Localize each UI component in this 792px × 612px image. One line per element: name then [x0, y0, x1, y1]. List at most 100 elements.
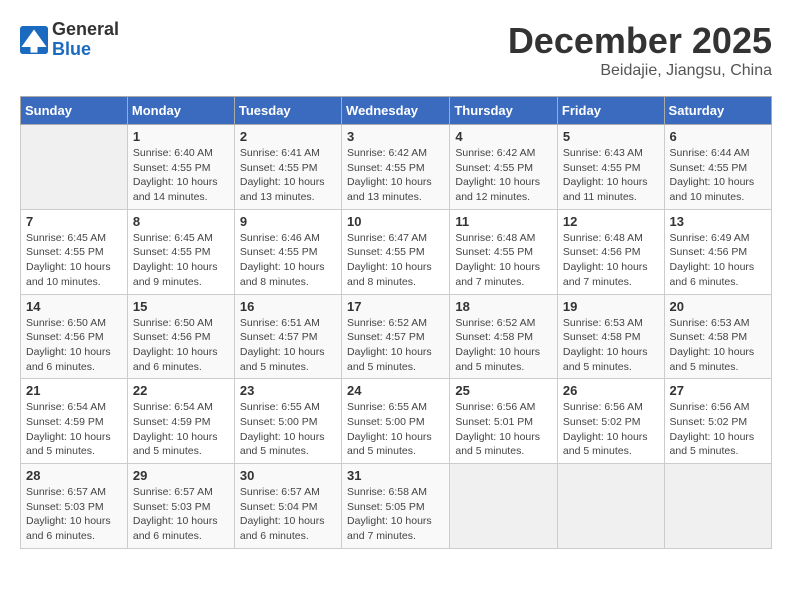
calendar-day-cell: 7Sunrise: 6:45 AM Sunset: 4:55 PM Daylig…: [21, 209, 128, 294]
calendar-day-cell: 22 Sunrise: 6:54 AM Sunset: 4:59 PM Dayli…: [127, 379, 234, 464]
day-number: 4: [455, 129, 552, 144]
calendar-day-cell: 27Sunrise: 6:56 AM Sunset: 5:02 PM Dayli…: [664, 379, 771, 464]
day-detail: Sunrise: 6:58 AM Sunset: 5:05 PM Dayligh…: [347, 485, 444, 544]
day-of-week-header: Saturday: [664, 97, 771, 125]
calendar-day-cell: 18 Sunrise: 6:52 AM Sunset: 4:58 PM Dayli…: [450, 294, 558, 379]
calendar-header: SundayMondayTuesdayWednesdayThursdayFrid…: [21, 97, 772, 125]
calendar-day-cell: 14 Sunrise: 6:50 AM Sunset: 4:56 PM Dayli…: [21, 294, 128, 379]
calendar-day-cell: 26Sunrise: 6:56 AM Sunset: 5:02 PM Dayli…: [557, 379, 664, 464]
month-title: December 2025: [508, 20, 772, 62]
calendar-day-cell: 4Sunrise: 6:42 AM Sunset: 4:55 PM Daylig…: [450, 125, 558, 210]
day-detail: Sunrise: 6:45 AM Sunset: 4:55 PM Dayligh…: [26, 231, 122, 290]
logo: General Blue: [20, 20, 119, 60]
day-of-week-header: Friday: [557, 97, 664, 125]
day-detail: Sunrise: 6:56 AM Sunset: 5:02 PM Dayligh…: [563, 400, 659, 459]
calendar-day-cell: 23 Sunrise: 6:55 AM Sunset: 5:00 PM Dayli…: [234, 379, 341, 464]
calendar-day-cell: 21 Sunrise: 6:54 AM Sunset: 4:59 PM Dayli…: [21, 379, 128, 464]
calendar-day-cell: 19Sunrise: 6:53 AM Sunset: 4:58 PM Dayli…: [557, 294, 664, 379]
days-of-week-row: SundayMondayTuesdayWednesdayThursdayFrid…: [21, 97, 772, 125]
calendar-week-row: 14 Sunrise: 6:50 AM Sunset: 4:56 PM Dayli…: [21, 294, 772, 379]
day-detail: Sunrise: 6:52 AM Sunset: 4:57 PM Dayligh…: [347, 316, 444, 375]
day-detail: Sunrise: 6:41 AM Sunset: 4:55 PM Dayligh…: [240, 146, 336, 205]
calendar-day-cell: 25 Sunrise: 6:56 AM Sunset: 5:01 PM Dayli…: [450, 379, 558, 464]
calendar-day-cell: [21, 125, 128, 210]
day-number: 23: [240, 383, 336, 398]
day-number: 14: [26, 299, 122, 314]
day-detail: Sunrise: 6:57 AM Sunset: 5:04 PM Dayligh…: [240, 485, 336, 544]
logo-text: General Blue: [52, 20, 119, 60]
day-detail: Sunrise: 6:45 AM Sunset: 4:55 PM Dayligh…: [133, 231, 229, 290]
day-number: 22: [133, 383, 229, 398]
logo-blue: Blue: [52, 40, 119, 60]
day-detail: Sunrise: 6:50 AM Sunset: 4:56 PM Dayligh…: [133, 316, 229, 375]
day-detail: Sunrise: 6:56 AM Sunset: 5:02 PM Dayligh…: [670, 400, 766, 459]
day-number: 20: [670, 299, 766, 314]
day-detail: Sunrise: 6:54 AM Sunset: 4:59 PM Dayligh…: [26, 400, 122, 459]
day-detail: Sunrise: 6:48 AM Sunset: 4:55 PM Dayligh…: [455, 231, 552, 290]
calendar-day-cell: 5 Sunrise: 6:43 AM Sunset: 4:55 PM Daylig…: [557, 125, 664, 210]
day-detail: Sunrise: 6:51 AM Sunset: 4:57 PM Dayligh…: [240, 316, 336, 375]
day-detail: Sunrise: 6:50 AM Sunset: 4:56 PM Dayligh…: [26, 316, 122, 375]
day-detail: Sunrise: 6:57 AM Sunset: 5:03 PM Dayligh…: [26, 485, 122, 544]
title-area: December 2025 Beidajie, Jiangsu, China: [508, 20, 772, 80]
day-detail: Sunrise: 6:53 AM Sunset: 4:58 PM Dayligh…: [670, 316, 766, 375]
day-number: 5: [563, 129, 659, 144]
calendar-day-cell: 10Sunrise: 6:47 AM Sunset: 4:55 PM Dayli…: [342, 209, 450, 294]
day-detail: Sunrise: 6:46 AM Sunset: 4:55 PM Dayligh…: [240, 231, 336, 290]
day-detail: Sunrise: 6:48 AM Sunset: 4:56 PM Dayligh…: [563, 231, 659, 290]
calendar-day-cell: 15 Sunrise: 6:50 AM Sunset: 4:56 PM Dayli…: [127, 294, 234, 379]
day-number: 8: [133, 214, 229, 229]
day-number: 25: [455, 383, 552, 398]
day-number: 16: [240, 299, 336, 314]
calendar-day-cell: 30 Sunrise: 6:57 AM Sunset: 5:04 PM Dayli…: [234, 464, 341, 549]
day-of-week-header: Wednesday: [342, 97, 450, 125]
day-detail: Sunrise: 6:55 AM Sunset: 5:00 PM Dayligh…: [240, 400, 336, 459]
day-number: 30: [240, 468, 336, 483]
day-detail: Sunrise: 6:57 AM Sunset: 5:03 PM Dayligh…: [133, 485, 229, 544]
day-detail: Sunrise: 6:49 AM Sunset: 4:56 PM Dayligh…: [670, 231, 766, 290]
day-detail: Sunrise: 6:54 AM Sunset: 4:59 PM Dayligh…: [133, 400, 229, 459]
day-number: 21: [26, 383, 122, 398]
logo-icon: [20, 26, 48, 54]
calendar-day-cell: [557, 464, 664, 549]
calendar-day-cell: 20 Sunrise: 6:53 AM Sunset: 4:58 PM Dayli…: [664, 294, 771, 379]
day-detail: Sunrise: 6:43 AM Sunset: 4:55 PM Dayligh…: [563, 146, 659, 205]
calendar-day-cell: 31 Sunrise: 6:58 AM Sunset: 5:05 PM Dayli…: [342, 464, 450, 549]
calendar-day-cell: 17 Sunrise: 6:52 AM Sunset: 4:57 PM Dayli…: [342, 294, 450, 379]
calendar-day-cell: 2Sunrise: 6:41 AM Sunset: 4:55 PM Daylig…: [234, 125, 341, 210]
calendar-body: 1Sunrise: 6:40 AM Sunset: 4:55 PM Daylig…: [21, 125, 772, 549]
day-detail: Sunrise: 6:44 AM Sunset: 4:55 PM Dayligh…: [670, 146, 766, 205]
calendar-day-cell: 8 Sunrise: 6:45 AM Sunset: 4:55 PM Daylig…: [127, 209, 234, 294]
day-number: 31: [347, 468, 444, 483]
day-number: 29: [133, 468, 229, 483]
day-detail: Sunrise: 6:56 AM Sunset: 5:01 PM Dayligh…: [455, 400, 552, 459]
calendar-day-cell: 28Sunrise: 6:57 AM Sunset: 5:03 PM Dayli…: [21, 464, 128, 549]
day-of-week-header: Monday: [127, 97, 234, 125]
day-number: 1: [133, 129, 229, 144]
day-number: 12: [563, 214, 659, 229]
day-detail: Sunrise: 6:47 AM Sunset: 4:55 PM Dayligh…: [347, 231, 444, 290]
day-detail: Sunrise: 6:52 AM Sunset: 4:58 PM Dayligh…: [455, 316, 552, 375]
calendar-day-cell: 11 Sunrise: 6:48 AM Sunset: 4:55 PM Dayli…: [450, 209, 558, 294]
day-of-week-header: Tuesday: [234, 97, 341, 125]
calendar-day-cell: 6 Sunrise: 6:44 AM Sunset: 4:55 PM Daylig…: [664, 125, 771, 210]
calendar-week-row: 21 Sunrise: 6:54 AM Sunset: 4:59 PM Dayli…: [21, 379, 772, 464]
location: Beidajie, Jiangsu, China: [508, 62, 772, 80]
day-number: 11: [455, 214, 552, 229]
day-number: 24: [347, 383, 444, 398]
calendar-day-cell: 9Sunrise: 6:46 AM Sunset: 4:55 PM Daylig…: [234, 209, 341, 294]
day-detail: Sunrise: 6:42 AM Sunset: 4:55 PM Dayligh…: [347, 146, 444, 205]
day-number: 13: [670, 214, 766, 229]
day-number: 6: [670, 129, 766, 144]
calendar-day-cell: 13 Sunrise: 6:49 AM Sunset: 4:56 PM Dayli…: [664, 209, 771, 294]
calendar-day-cell: 24Sunrise: 6:55 AM Sunset: 5:00 PM Dayli…: [342, 379, 450, 464]
calendar-day-cell: 29 Sunrise: 6:57 AM Sunset: 5:03 PM Dayli…: [127, 464, 234, 549]
day-number: 15: [133, 299, 229, 314]
calendar-day-cell: 16 Sunrise: 6:51 AM Sunset: 4:57 PM Dayli…: [234, 294, 341, 379]
calendar-day-cell: 1Sunrise: 6:40 AM Sunset: 4:55 PM Daylig…: [127, 125, 234, 210]
day-number: 17: [347, 299, 444, 314]
day-number: 18: [455, 299, 552, 314]
calendar-week-row: 7Sunrise: 6:45 AM Sunset: 4:55 PM Daylig…: [21, 209, 772, 294]
day-number: 3: [347, 129, 444, 144]
calendar-day-cell: [450, 464, 558, 549]
